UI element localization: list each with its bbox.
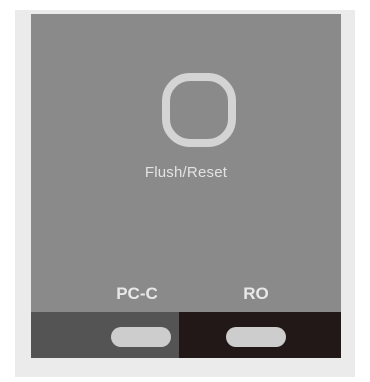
ro-mode-label: RO <box>243 284 269 303</box>
ro-indicator-cell <box>179 312 341 358</box>
ro-indicator-light[interactable] <box>226 327 286 347</box>
rounded-square-ring-icon <box>162 73 236 147</box>
pc-c-indicator-light[interactable] <box>111 327 171 347</box>
pc-c-indicator-cell <box>31 312 179 358</box>
pc-c-mode-label: PC-C <box>116 284 158 303</box>
flush-reset-button[interactable] <box>156 67 242 153</box>
device-frame: Flush/Reset PC-C RO <box>0 0 370 382</box>
control-panel: Flush/Reset PC-C RO <box>31 14 341 358</box>
mode-indicator-bar <box>31 312 341 358</box>
flush-reset-label: Flush/Reset <box>144 164 228 181</box>
